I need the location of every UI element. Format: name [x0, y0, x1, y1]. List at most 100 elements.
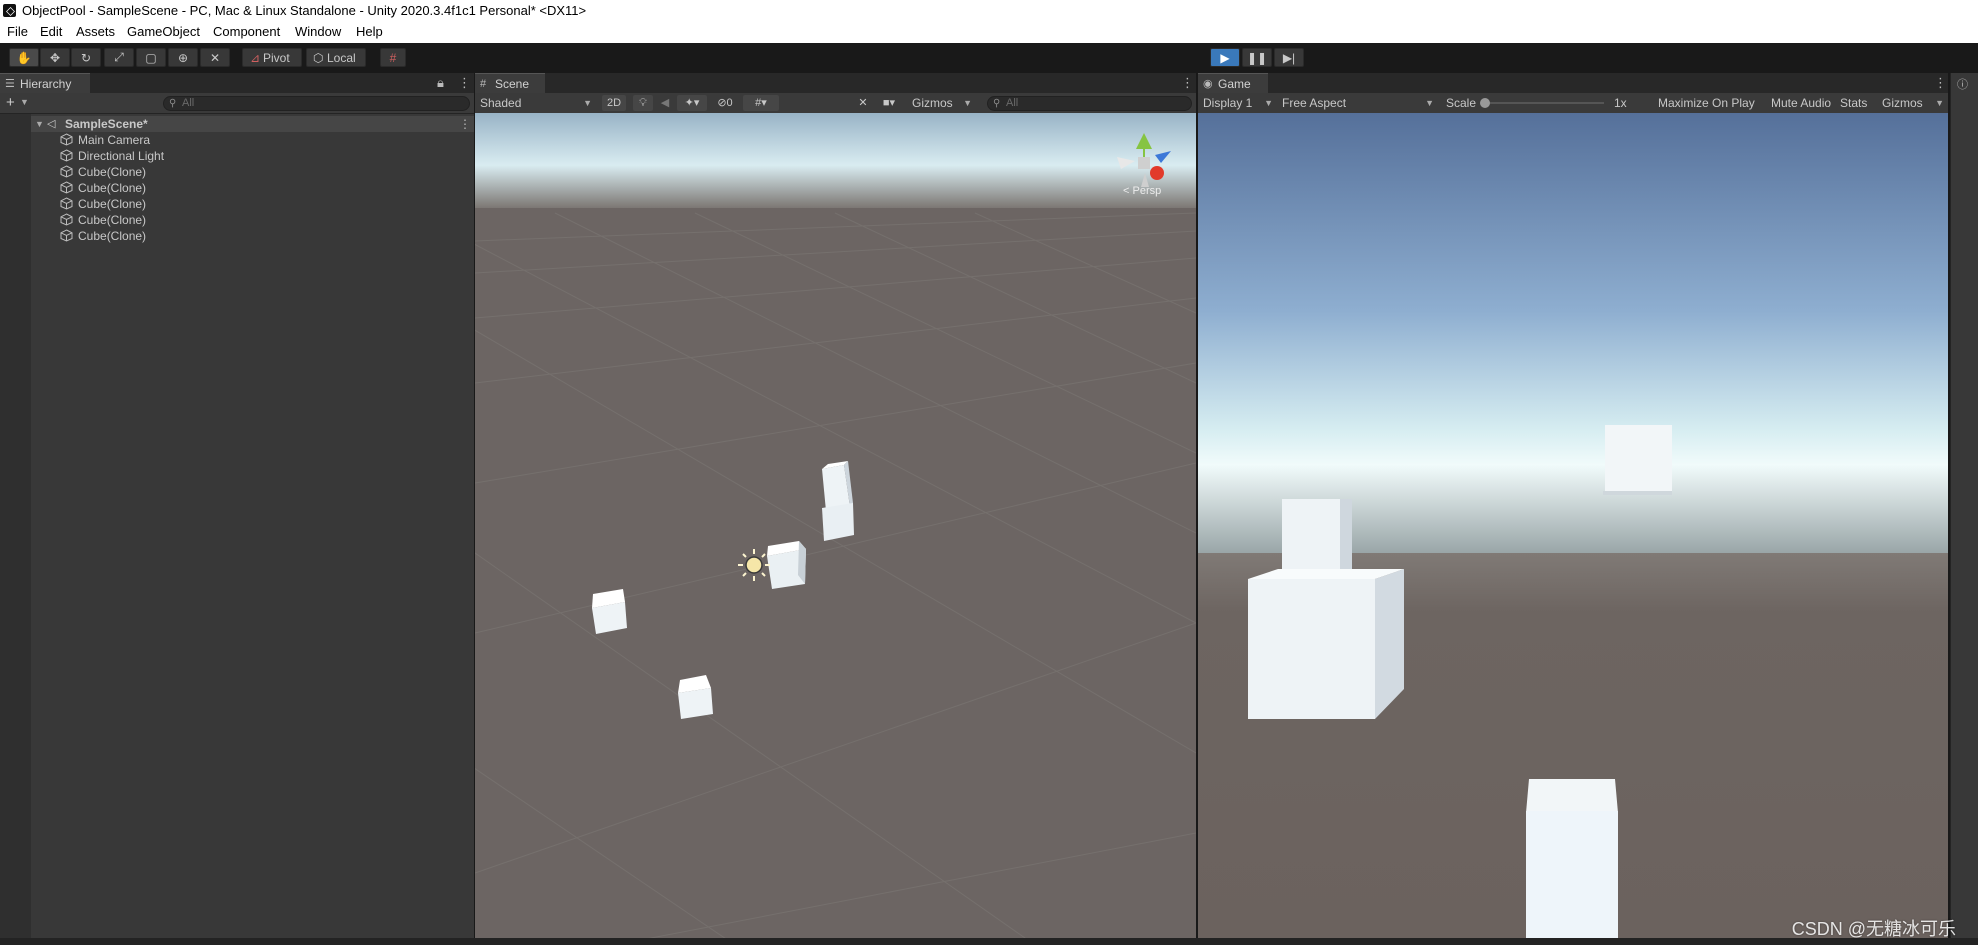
- scene-menu-icon[interactable]: ⋮: [459, 116, 471, 132]
- camera-dropdown[interactable]: ■▾: [875, 95, 903, 111]
- scale-slider-thumb[interactable]: [1480, 98, 1490, 108]
- play-button[interactable]: ▶: [1210, 48, 1240, 67]
- list-item[interactable]: Cube(Clone): [31, 196, 474, 212]
- pivot-toggle[interactable]: ⊿ Pivot: [242, 48, 302, 67]
- more-menu-icon[interactable]: ⋮: [458, 75, 471, 91]
- list-item-label: Cube(Clone): [78, 181, 147, 195]
- chevron-down-icon: ▼: [1425, 98, 1434, 108]
- watermark-text: CSDN @无糖冰可乐: [1791, 919, 1956, 939]
- menu-file[interactable]: File: [7, 24, 28, 39]
- scene-search-input[interactable]: ⚲ All: [987, 96, 1192, 111]
- hierarchy-tabstrip: ☰ Hierarchy 🔒︎ ⋮: [0, 73, 474, 93]
- cube-object: [1282, 499, 1352, 579]
- pivot-icon: ⊿: [250, 51, 261, 65]
- game-gizmos-dropdown[interactable]: Gizmos ▼: [1882, 95, 1944, 111]
- grid-visibility-dropdown[interactable]: #▾: [743, 95, 779, 111]
- hierarchy-list: ▼ ◁ SampleScene* ⋮ Main Camera Direction…: [0, 114, 474, 945]
- list-item-label: Cube(Clone): [78, 229, 147, 243]
- grid-icon: #: [389, 50, 397, 65]
- create-dropdown-icon[interactable]: ▼: [20, 97, 29, 107]
- chevron-down-icon: ▼: [1264, 98, 1273, 108]
- menu-help[interactable]: Help: [356, 24, 383, 39]
- toggle-2d-button[interactable]: 2D: [602, 95, 626, 111]
- rect-tool-button[interactable]: ▢: [136, 48, 166, 67]
- list-item[interactable]: Cube(Clone): [31, 212, 474, 228]
- lock-icon[interactable]: 🔒︎: [437, 75, 444, 91]
- persp-label[interactable]: < Persp: [1123, 185, 1161, 197]
- more-menu-icon[interactable]: ⋮: [1181, 75, 1194, 91]
- scale-tool-button[interactable]: ⤢: [104, 48, 134, 67]
- info-icon: ⓘ: [1957, 79, 1968, 91]
- list-icon: ☰: [5, 78, 15, 90]
- scale-slider[interactable]: [1480, 98, 1604, 108]
- menu-edit[interactable]: Edit: [40, 24, 62, 39]
- cube-object: [1526, 779, 1618, 945]
- hand-tool-button[interactable]: ✋: [9, 48, 39, 67]
- hierarchy-toolbar: + ▼ ⚲ All: [0, 93, 474, 114]
- pause-button[interactable]: ❚❚: [1242, 48, 1272, 67]
- cube-object: [592, 589, 627, 634]
- list-item[interactable]: Directional Light: [31, 148, 474, 164]
- menu-gameobject[interactable]: GameObject: [127, 24, 200, 39]
- local-cube-icon: ⬡: [313, 51, 324, 65]
- audio-toggle[interactable]: ◀︎: [655, 95, 675, 111]
- main-toolbar: ✋ ✥ ↻ ⤢ ▢ ⊕ ✕ ⊿ Pivot ⬡ Local # ▶ ❚❚ ▶|: [0, 43, 1978, 72]
- inspector-panel-edge[interactable]: ⓘ: [1950, 73, 1978, 945]
- menu-component[interactable]: Component: [213, 24, 280, 39]
- display-dropdown[interactable]: Display 1 ▼: [1203, 95, 1273, 111]
- gameobject-cube-icon: [60, 197, 73, 210]
- create-plus-icon[interactable]: +: [6, 94, 15, 111]
- hidden-eye-icon: ⊘: [717, 97, 727, 109]
- gameobject-cube-icon: [60, 133, 73, 146]
- search-icon: ⚲: [169, 98, 177, 109]
- gizmos-label: Gizmos: [912, 96, 953, 110]
- effects-dropdown[interactable]: ✦▾: [677, 95, 707, 111]
- transform-tool-button[interactable]: ⊕: [168, 48, 198, 67]
- tab-hierarchy[interactable]: ☰ Hierarchy: [0, 73, 90, 93]
- list-item[interactable]: Cube(Clone): [31, 164, 474, 180]
- rotate-tool-button[interactable]: ↻: [71, 48, 101, 67]
- hierarchy-search-input[interactable]: ⚲ All: [163, 96, 470, 111]
- more-menu-icon[interactable]: ⋮: [1934, 75, 1947, 91]
- tab-game[interactable]: ◉ Game: [1198, 73, 1268, 93]
- scene-viewport[interactable]: < Persp: [475, 113, 1196, 945]
- list-item-label: Main Camera: [78, 133, 151, 147]
- step-button[interactable]: ▶|: [1274, 48, 1304, 67]
- mute-audio-toggle[interactable]: Mute Audio: [1771, 95, 1831, 111]
- maximize-on-play-toggle[interactable]: Maximize On Play: [1658, 95, 1755, 111]
- custom-tool-button[interactable]: ✕: [200, 48, 230, 67]
- menu-assets[interactable]: Assets: [76, 24, 115, 39]
- game-panel: ◉ Game ⋮ Display 1 ▼ Free Aspect ▼ Scale…: [1198, 73, 1948, 945]
- aspect-dropdown[interactable]: Free Aspect ▼: [1282, 95, 1434, 111]
- scene-visibility-toggle[interactable]: ⊘0: [711, 95, 739, 111]
- game-viewport[interactable]: [1198, 113, 1948, 945]
- move-tool-button[interactable]: ✥: [40, 48, 70, 67]
- list-item[interactable]: Main Camera: [31, 132, 474, 148]
- stats-toggle[interactable]: Stats: [1840, 95, 1867, 111]
- speaker-icon: ◀︎: [660, 97, 670, 109]
- expand-arrow-icon[interactable]: ▼: [35, 116, 44, 132]
- local-toggle[interactable]: ⬡ Local: [306, 48, 366, 67]
- lighting-toggle[interactable]: 💡︎: [633, 95, 653, 111]
- tab-scene[interactable]: # Scene: [475, 73, 545, 93]
- chevron-down-icon: ▼: [1935, 98, 1944, 108]
- chevron-down-icon: ▼: [583, 98, 592, 108]
- gizmos-dropdown[interactable]: Gizmos ▼: [912, 95, 972, 111]
- list-item[interactable]: Cube(Clone): [31, 228, 474, 244]
- menu-bar: File Edit Assets GameObject Component Wi…: [0, 22, 1978, 44]
- tab-scene-label: Scene: [495, 77, 530, 91]
- scene-render: [475, 113, 1196, 945]
- scene-panel: # Scene ⋮ Shaded ▼ 2D 💡︎ ◀︎ ✦▾ ⊘0 #▾ ✕ ■…: [475, 73, 1196, 945]
- list-item[interactable]: Cube(Clone): [31, 180, 474, 196]
- grid-snap-button[interactable]: #: [380, 48, 406, 67]
- scene-root-row[interactable]: ▼ ◁ SampleScene* ⋮: [31, 116, 474, 132]
- shading-mode-dropdown[interactable]: Shaded ▼: [480, 95, 592, 111]
- scene-tools-button[interactable]: ✕: [853, 95, 873, 111]
- list-item-label: Directional Light: [78, 149, 165, 163]
- gameobject-cube-icon: [60, 181, 73, 194]
- local-label: Local: [327, 51, 356, 65]
- move-icon: ✥: [49, 50, 61, 65]
- hand-icon: ✋: [16, 50, 32, 65]
- scale-value: 1x: [1614, 96, 1627, 110]
- menu-window[interactable]: Window: [295, 24, 341, 39]
